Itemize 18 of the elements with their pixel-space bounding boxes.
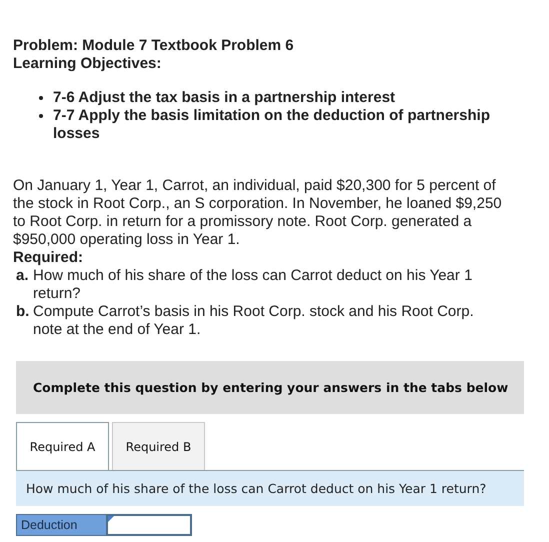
objective-text: 7-7 Apply the basis limitation on the deduction of partnership losses — [53, 107, 491, 143]
requirement-text: Compute Carrot’s basis in his Root Corp. stock and his Root Corp. note at the end of Year 1. — [33, 303, 475, 339]
bullet-icon — [39, 96, 43, 100]
question-banner: How much of his share of the loss can Carrot deduct on his Year 1 return? — [16, 471, 524, 506]
requirement-text: How much of his share of the loss can Carrot deduct on his Year 1 return? — [33, 267, 474, 303]
required-heading: Required: — [13, 249, 84, 267]
tab[interactable]: Required B — [112, 422, 205, 470]
requirement-marker: a. — [16, 267, 30, 286]
objective-text: 7-6 Adjust the tax basis in a partnership interest — [53, 89, 396, 107]
answer-field[interactable] — [106, 514, 192, 536]
requirement-marker: b. — [16, 303, 30, 322]
scenario-paragraph: On January 1, Year 1, Carrot, an individual, paid $20,300 for 5 percent of the stock in Root Corp., an S corporation. In November, he loaned $9,250 to Root Corp. in return for a promissory note. Root Corp. generated a $950,000 operating loss in Year 1. — [13, 177, 503, 249]
bullet-icon — [39, 114, 43, 118]
instruction-banner: Complete this question by entering your answers in the tabs below — [16, 361, 524, 414]
objectives-heading: Learning Objectives: — [13, 55, 162, 73]
tab[interactable]: Required A — [16, 422, 109, 470]
problem-title: Problem: Module 7 Textbook Problem 6 — [13, 37, 295, 55]
answer-label: Deduction — [16, 514, 106, 536]
